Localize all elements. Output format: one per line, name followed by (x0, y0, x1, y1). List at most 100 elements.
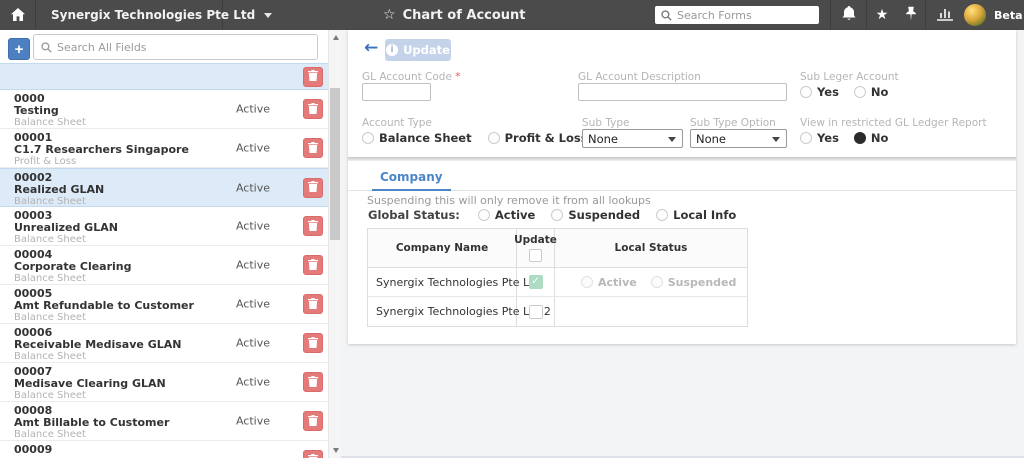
delete-account-button[interactable] (303, 138, 323, 158)
local-status-active-option[interactable]: Active (581, 276, 637, 289)
account-list-item[interactable]: 0000 Testing Balance Sheet Active (0, 90, 328, 129)
account-list-item[interactable]: 00001 C1.7 Researchers Singapore Profit … (0, 129, 328, 168)
delete-account-button[interactable] (303, 372, 323, 392)
account-status: Active (235, 297, 270, 311)
notifications-button[interactable] (831, 5, 866, 25)
delete-account-button[interactable] (303, 255, 323, 275)
account-list-item[interactable]: 00003 Unrealized GLAN Balance Sheet Acti… (0, 207, 328, 246)
global-status-suspended-option[interactable]: Suspended (551, 208, 640, 222)
account-text: 0000 Testing Balance Sheet (14, 93, 328, 129)
account-text: 00004 Corporate Clearing Balance Sheet (14, 249, 328, 285)
account-type: Balance Sheet (14, 196, 86, 207)
account-type-balance-sheet-option[interactable]: Balance Sheet (362, 131, 472, 145)
radio-label: Yes (817, 131, 839, 145)
account-list-item[interactable]: 00006 Receivable Medisave GLAN Balance S… (0, 324, 328, 363)
add-account-button[interactable]: + (8, 38, 30, 60)
company-table-row: Synergix Technologies Pte Ltd 2 (368, 297, 747, 326)
update-checkbox[interactable] (528, 304, 543, 319)
sidebar-scrollbar[interactable] (328, 30, 341, 458)
update-button[interactable]: i Update (385, 39, 451, 61)
company-selector[interactable]: Synergix Technologies Pte Ltd (37, 0, 273, 30)
sidebar-search-box[interactable] (33, 34, 318, 60)
radio-icon[interactable] (853, 86, 866, 98)
trash-icon (308, 414, 318, 429)
trash-icon (308, 219, 318, 234)
chevron-down-icon (264, 12, 273, 18)
radio-icon[interactable] (656, 209, 669, 221)
radio-icon[interactable] (800, 132, 812, 144)
home-button[interactable] (0, 0, 36, 30)
sub-leger-no-option[interactable]: No (853, 85, 889, 99)
radio-icon[interactable] (800, 86, 812, 98)
scroll-up-button[interactable] (329, 31, 341, 44)
delete-account-button[interactable] (303, 333, 323, 353)
sub-type-option-select[interactable]: None (690, 129, 787, 148)
delete-account-button[interactable] (303, 99, 323, 119)
user-avatar[interactable] (964, 4, 986, 26)
sub-leger-yes-option[interactable]: Yes (800, 85, 839, 99)
account-list-item[interactable]: 00002 Realized GLAN Balance Sheet Active (0, 168, 328, 207)
account-name: Receivable Medisave GLAN (14, 338, 182, 351)
required-marker: * (455, 71, 461, 83)
account-status: Active (235, 141, 270, 155)
radio-icon[interactable] (650, 276, 663, 288)
delete-account-button[interactable] (303, 177, 323, 198)
delete-account-button[interactable] (303, 216, 323, 236)
radio-icon[interactable] (551, 209, 564, 221)
account-status: Active (235, 102, 270, 116)
update-all-checkbox[interactable] (529, 249, 542, 262)
gl-account-code-input[interactable] (362, 83, 431, 101)
account-list-item[interactable]: 00005 Amt Refundable to Customer Balance… (0, 285, 328, 324)
global-status-active-option[interactable]: Active (477, 208, 535, 222)
global-status-local-info-option[interactable]: Local Info (656, 208, 736, 222)
radio-icon[interactable] (487, 132, 500, 144)
company-table-row: Synergix Technologies Pte Ltd Active Susp… (368, 268, 747, 297)
account-list-item[interactable] (0, 63, 328, 90)
account-type-profit-loss-option[interactable]: Profit & Loss (487, 131, 588, 145)
local-status-suspended-option[interactable]: Suspended (650, 276, 736, 289)
update-button-label: Update (403, 43, 450, 57)
radio-icon[interactable] (581, 276, 593, 288)
tab-company[interactable]: Company (372, 166, 451, 191)
account-list-item[interactable]: 00008 Amt Billable to Customer Balance S… (0, 402, 328, 441)
radio-icon[interactable] (362, 132, 374, 144)
view-restricted-no-option[interactable]: No (853, 131, 888, 145)
radio-checked-icon[interactable] (853, 132, 866, 144)
col-local-status: Local Status (614, 242, 688, 254)
account-code: 00009 (14, 443, 53, 456)
dropdown-caret-icon (668, 137, 676, 142)
info-icon: i (386, 44, 399, 56)
account-list-item[interactable]: 00007 Medisave Clearing GLAN Balance She… (0, 363, 328, 402)
back-button[interactable]: ← (364, 40, 378, 57)
radio-label: No (870, 85, 889, 99)
delete-account-button[interactable] (303, 450, 323, 458)
favorites-button[interactable]: ★ (867, 8, 897, 22)
favorite-star-icon[interactable]: ☆ (383, 8, 396, 22)
account-list: 0000 Testing Balance Sheet Active 00001 … (0, 63, 328, 458)
radio-icon[interactable] (477, 209, 490, 221)
account-text: 00002 Realized GLAN Balance Sheet (14, 172, 328, 208)
forms-search-box[interactable] (655, 6, 819, 24)
trash-icon (308, 375, 318, 390)
update-checkbox[interactable] (528, 275, 543, 289)
sidebar-search-input[interactable] (57, 40, 310, 54)
sub-type-select[interactable]: None (582, 129, 683, 148)
delete-account-button[interactable] (303, 294, 323, 314)
gl-account-description-input[interactable] (578, 83, 787, 101)
account-list-item[interactable]: 00004 Corporate Clearing Balance Sheet A… (0, 246, 328, 285)
forms-search-input[interactable] (677, 8, 813, 22)
delete-account-button[interactable] (303, 66, 323, 87)
scrollbar-thumb[interactable] (330, 88, 340, 240)
pinned-button[interactable] (897, 6, 925, 25)
sidebar-toolbar: + (0, 30, 328, 63)
scroll-down-button[interactable] (329, 444, 341, 457)
view-restricted-yes-option[interactable]: Yes (800, 131, 839, 145)
account-status: Active (235, 258, 270, 272)
trash-icon (308, 141, 318, 156)
dashboard-button[interactable] (926, 6, 963, 25)
detail-card: ← i Update GL Account Code * GL Account … (348, 30, 1016, 344)
sub-type-label: Sub Type (582, 117, 630, 129)
trash-icon (308, 336, 318, 351)
delete-account-button[interactable] (303, 411, 323, 431)
account-list-item[interactable]: 00009 (0, 441, 328, 458)
